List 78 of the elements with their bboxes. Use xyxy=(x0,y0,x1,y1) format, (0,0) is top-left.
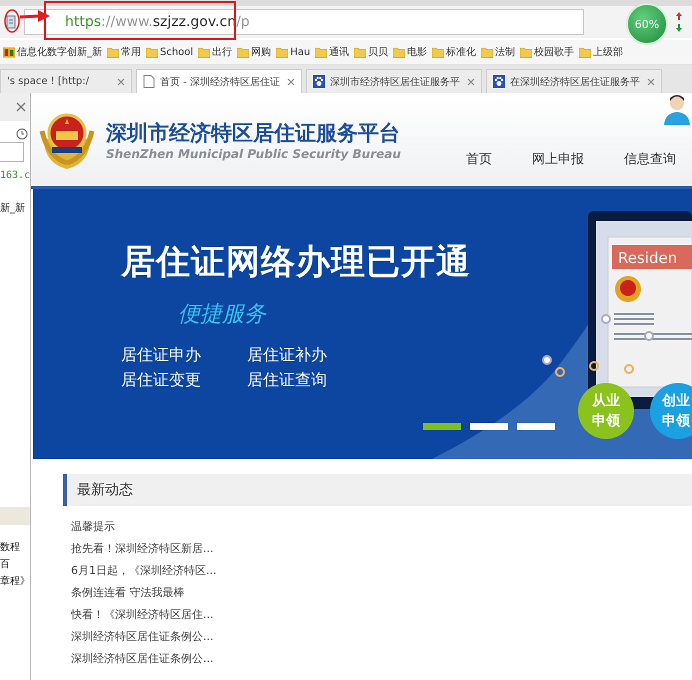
close-icon[interactable] xyxy=(287,78,295,86)
folder-icon xyxy=(107,46,119,58)
browser-tab[interactable]: 首页 - 深圳经济特区居住证 xyxy=(136,69,302,93)
bookmark-item[interactable]: School xyxy=(160,46,194,58)
nav-link[interactable]: 网上申报 xyxy=(532,150,584,168)
browser-tab[interactable]: 's space ! [http:/ xyxy=(0,69,132,93)
list-item[interactable]: 百 xyxy=(0,556,30,573)
section-title: 最新动态 xyxy=(76,481,133,499)
banner-tagline: 便捷服务 xyxy=(178,301,268,329)
close-icon[interactable] xyxy=(467,78,475,86)
folder-icon xyxy=(198,46,210,58)
browser-tab[interactable]: 在深圳经济特区居住证服务平 xyxy=(486,69,662,93)
annotation-circle xyxy=(4,9,20,33)
bookmark-item[interactable]: 法制 xyxy=(495,45,516,59)
badge-text: 申领 xyxy=(662,413,690,429)
list-item[interactable]: 章程》 xyxy=(0,573,30,590)
news-link[interactable]: 深圳经济特区居住证条例公... xyxy=(71,626,214,648)
service-badge[interactable] xyxy=(650,383,692,439)
folder-icon xyxy=(481,46,494,58)
folder-icon xyxy=(520,46,532,58)
bookmark-item[interactable]: 常用 xyxy=(121,45,141,59)
link-text[interactable]: 163.c xyxy=(0,170,30,181)
service-link[interactable]: 居住证查询 xyxy=(247,370,373,391)
site-icon[interactable] xyxy=(4,14,18,30)
close-icon[interactable] xyxy=(16,102,26,112)
browser-tab[interactable]: 深圳市经济特区居住证服务平 xyxy=(306,69,482,93)
folder-icon xyxy=(237,46,250,58)
paw-icon xyxy=(313,75,325,88)
close-icon[interactable] xyxy=(647,78,655,86)
bookmark-item[interactable]: 网购 xyxy=(251,45,272,59)
bookmark-item[interactable]: 出行 xyxy=(212,45,232,59)
badge-text: 申领 xyxy=(592,413,620,429)
paw-icon xyxy=(493,75,505,88)
folder-icon xyxy=(579,46,592,58)
news-link[interactable]: 条例连连看 守法我最棒 xyxy=(71,582,184,604)
avatar-icon[interactable] xyxy=(662,93,692,125)
site-title: 深圳市经济特区居住证服务平台 xyxy=(106,120,401,146)
nav-link[interactable]: 首页 xyxy=(466,150,492,168)
news-link[interactable]: 抢先看！深圳经济特区新居... xyxy=(71,538,214,560)
service-link[interactable]: 居住证补办 xyxy=(247,345,373,366)
site-subtitle: ShenZhen Municipal Public Security Bureau xyxy=(106,146,401,160)
nav-link[interactable]: 信息查询 xyxy=(624,150,676,168)
highlight-band xyxy=(0,507,30,525)
app-icon xyxy=(3,46,15,58)
service-link[interactable]: 居住证申办 xyxy=(121,345,247,366)
bookmark-item[interactable]: 校园歌手 xyxy=(534,45,574,59)
bookmark-item[interactable]: 贝贝 xyxy=(368,45,388,59)
folder-icon xyxy=(393,46,406,58)
search-field[interactable] xyxy=(0,142,24,162)
news-link[interactable]: 6月1日起，《深圳经济特区... xyxy=(71,560,216,582)
folder-icon xyxy=(315,46,328,58)
folder-icon xyxy=(146,46,158,58)
bookmark-item[interactable]: 通讯 xyxy=(329,45,350,59)
service-badge[interactable] xyxy=(578,383,634,439)
page-icon xyxy=(143,75,155,88)
service-link[interactable]: 居住证变更 xyxy=(121,370,247,391)
badge-text: 创业 xyxy=(662,393,690,409)
bookmark-item[interactable]: 信息化数字创新_新 xyxy=(17,45,102,59)
card-label: Residen xyxy=(618,249,678,267)
bookmark-item[interactable]: 电影 xyxy=(407,45,428,59)
speed-arrows-icon xyxy=(674,11,684,33)
annotation-arrow xyxy=(20,10,50,22)
news-link[interactable]: 温馨提示 xyxy=(71,516,115,538)
address-field[interactable]: https://www.szjzz.gov.cn/p xyxy=(24,9,584,35)
list-item[interactable]: 数程 xyxy=(0,539,30,556)
close-icon[interactable] xyxy=(117,78,125,86)
clock-icon[interactable] xyxy=(16,128,28,140)
folder-icon xyxy=(432,46,444,58)
news-link[interactable]: 快看！《深圳经济特区居住... xyxy=(71,604,214,626)
folder-icon xyxy=(354,46,366,58)
list-item[interactable]: 新_新 xyxy=(0,201,30,215)
news-link[interactable]: 深圳经济特区居住证条例公... xyxy=(71,648,214,670)
bookmark-item[interactable]: 上级部 xyxy=(593,45,624,59)
bookmark-item[interactable]: 标准化 xyxy=(446,45,476,59)
folder-icon xyxy=(276,46,288,58)
banner-headline: 居住证网络办理已开通 xyxy=(121,241,471,284)
badge-text: 从业 xyxy=(592,393,620,409)
bookmark-item[interactable]: Hau xyxy=(290,46,310,58)
